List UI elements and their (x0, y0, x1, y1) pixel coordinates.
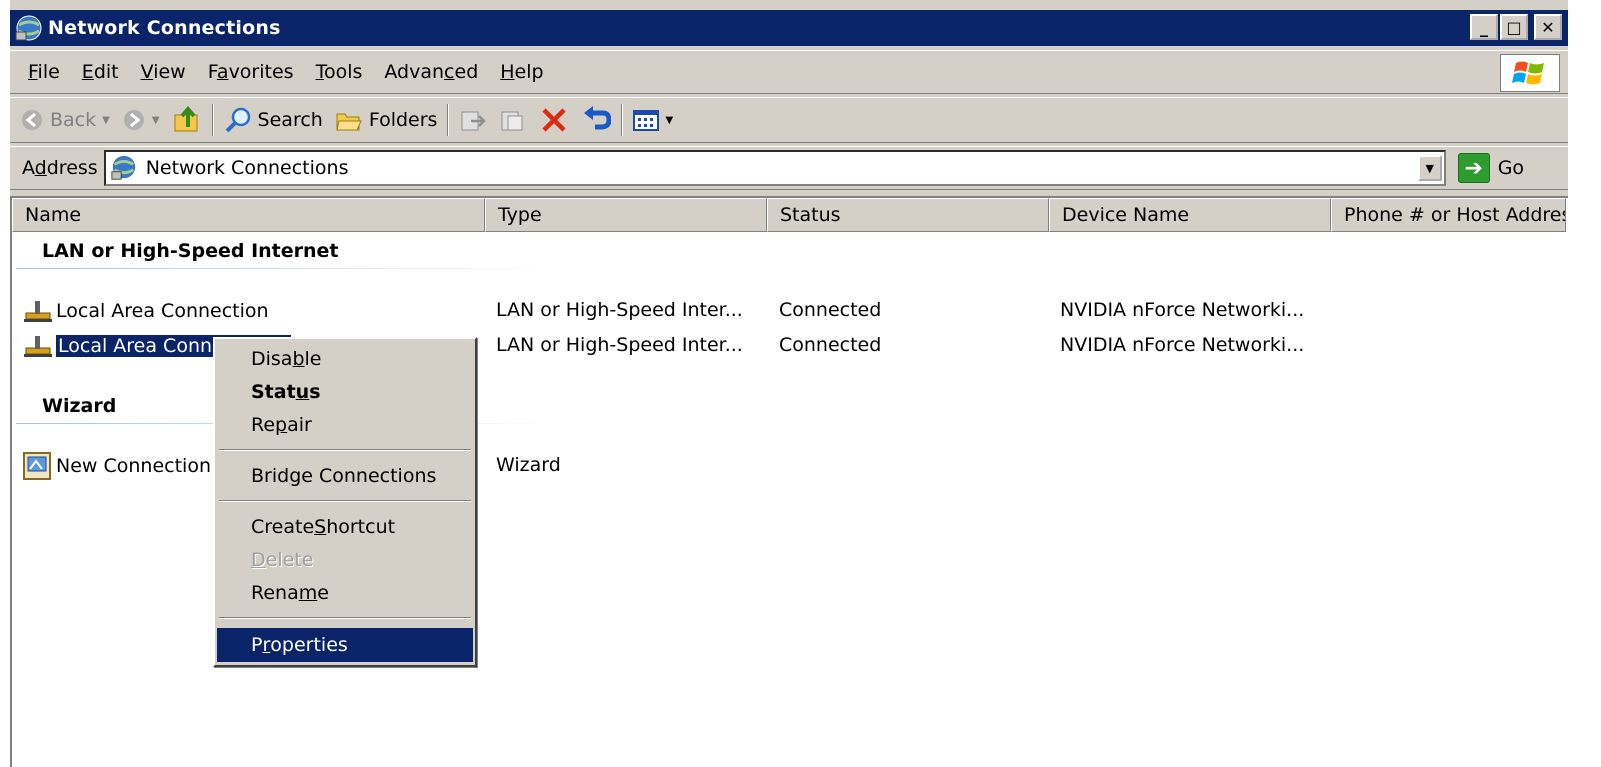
connection-type: LAN or High-Speed Inter... (496, 299, 743, 321)
back-button[interactable]: Back ▼ (10, 108, 116, 132)
connection-status: Connected (779, 299, 882, 321)
title-bar[interactable]: Network Connections _ □ ✕ (10, 10, 1568, 46)
views-icon (633, 110, 660, 131)
up-folder-icon (174, 105, 198, 132)
menu-separator (219, 617, 471, 619)
back-arrow-icon (22, 110, 42, 130)
context-menu-bridge-connections[interactable]: Brid g e Connections (217, 460, 473, 492)
menu-tools[interactable]: Tools (305, 61, 374, 83)
column-header-row: Name Type Status Device Name Phone # or … (12, 198, 1568, 232)
menu-advanced[interactable]: Advanced (373, 61, 489, 83)
close-icon: ✕ (1541, 17, 1555, 37)
forward-button[interactable]: ▼ (116, 108, 166, 132)
folder-icon (336, 113, 362, 131)
go-label: Go (1497, 157, 1525, 179)
standard-toolbar: Back ▼ ▼ Search Folders ▼ (10, 97, 1568, 143)
column-header-phone-or-host[interactable]: Phone # or Host Address (1331, 198, 1566, 232)
context-menu-delete: Delete (251, 549, 314, 571)
menu-separator (219, 500, 471, 502)
copy-to-button[interactable] (493, 107, 533, 133)
menu-help[interactable]: Help (489, 61, 554, 83)
connection-device: NVIDIA nForce Networki... (1060, 334, 1305, 356)
maximize-icon: □ (1506, 17, 1522, 37)
menu-favorites[interactable]: Favorites (197, 61, 305, 83)
window-title: Network Connections (48, 17, 281, 39)
toolbar-separator (447, 104, 450, 136)
connection-device: NVIDIA nForce Networki... (1060, 299, 1305, 321)
move-to-icon (461, 111, 487, 131)
search-icon (225, 107, 250, 133)
copy-to-icon (501, 111, 523, 131)
undo-icon (584, 106, 612, 130)
group-header-lan: LAN or High-Speed Internet (42, 240, 339, 262)
toolbar-separator (621, 104, 624, 136)
minimize-button[interactable]: _ (1470, 14, 1498, 40)
chevron-down-icon: ▼ (1425, 161, 1434, 175)
views-button[interactable]: ▼ (627, 108, 679, 132)
maximize-button[interactable]: □ (1500, 14, 1528, 40)
minimize-icon: _ (1480, 17, 1488, 37)
connection-type: Wizard (496, 454, 561, 476)
context-menu-status[interactable]: Stat u s (217, 376, 473, 408)
name-cell: Local Area Connection (22, 296, 269, 326)
windows-logo-icon (1500, 54, 1560, 92)
address-dropdown-button[interactable]: ▼ (1417, 155, 1442, 181)
network-globe-icon (15, 15, 42, 41)
toolbar-separator (211, 104, 214, 136)
close-button[interactable]: ✕ (1534, 14, 1562, 40)
address-input[interactable]: Network Connections ▼ (103, 150, 1446, 186)
forward-arrow-icon (123, 110, 144, 130)
list-item[interactable]: Local Area Connection LAN or High-Speed … (12, 296, 1568, 326)
context-menu-repair[interactable]: Re p air (217, 409, 473, 441)
group-divider (16, 268, 556, 269)
column-header-name[interactable]: Name (12, 198, 485, 232)
address-bar: Address Network Connections ▼ ➔ Go (10, 146, 1568, 190)
back-label: Back (50, 109, 97, 131)
column-header-status[interactable]: Status (767, 198, 1049, 232)
lan-connection-icon (24, 301, 52, 322)
menu-edit[interactable]: Edit (71, 61, 130, 83)
column-header-device-name[interactable]: Device Name (1049, 198, 1331, 232)
network-globe-icon (111, 155, 135, 180)
folders-label: Folders (368, 109, 438, 131)
context-menu-rename[interactable]: Rena m e (217, 577, 473, 609)
views-dropdown-icon: ▼ (665, 114, 674, 126)
go-arrow-icon: ➔ (1457, 153, 1490, 183)
menu-file[interactable]: File (10, 61, 71, 83)
context-menu-properties[interactable]: Pr operties (217, 628, 473, 662)
back-dropdown-icon[interactable]: ▼ (102, 115, 110, 126)
folders-button[interactable]: Folders (329, 108, 444, 132)
context-menu-create-shortcut[interactable]: Create Shortcut (217, 511, 473, 543)
address-label: Address (22, 157, 98, 179)
delete-button[interactable] (533, 105, 575, 135)
delete-x-icon (542, 108, 567, 132)
move-to-button[interactable] (453, 107, 493, 133)
search-label: Search (257, 109, 323, 131)
menu-separator (219, 449, 471, 451)
window-controls: _ □ ✕ (1470, 14, 1562, 40)
address-value: Network Connections (145, 157, 349, 179)
go-button[interactable]: ➔ Go (1457, 153, 1525, 183)
connection-type: LAN or High-Speed Inter... (496, 334, 743, 356)
group-header-wizard: Wizard (42, 395, 117, 417)
context-menu-disable[interactable]: Disa b le (217, 343, 473, 375)
menu-bar: File Edit View Favorites Tools Advanced … (10, 50, 1568, 94)
connection-name: Local Area Connection (56, 300, 269, 322)
forward-dropdown-icon[interactable]: ▼ (152, 115, 160, 126)
undo-button[interactable] (575, 105, 617, 135)
lan-connection-icon (24, 336, 52, 357)
up-folder-button[interactable] (166, 105, 208, 135)
column-header-type[interactable]: Type (485, 198, 767, 232)
search-button[interactable]: Search (218, 106, 329, 134)
new-connection-wizard-icon (23, 452, 51, 480)
context-menu: Disa b le Stat u s Re p air Brid g e Connections… (213, 337, 477, 667)
menu-view[interactable]: View (130, 61, 197, 83)
connection-status: Connected (779, 334, 882, 356)
network-connections-window: Network Connections _ □ ✕ File Edit View… (0, 0, 1568, 767)
